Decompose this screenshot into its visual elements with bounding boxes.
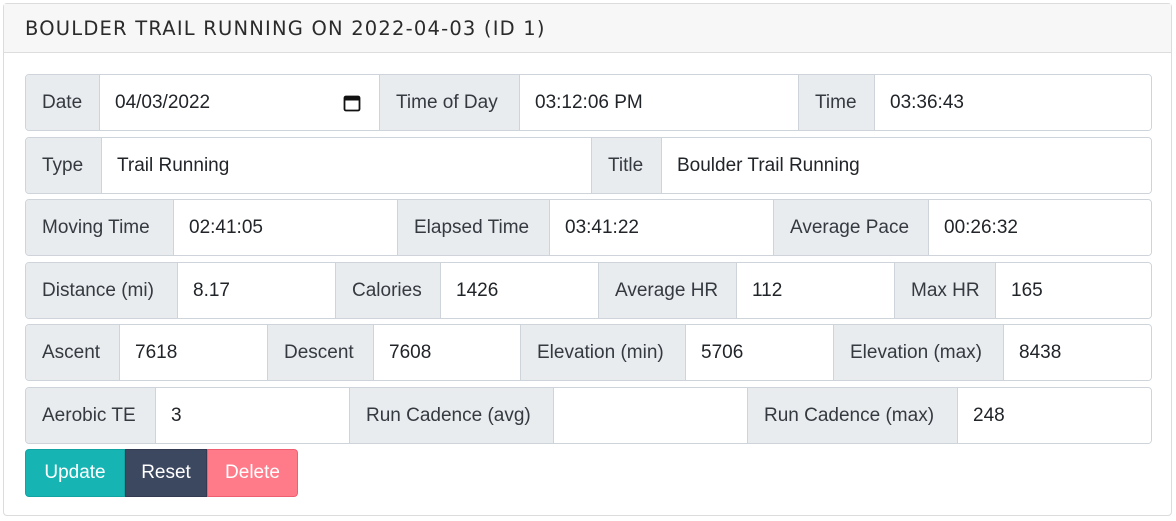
average-hr-field[interactable]: 112 bbox=[737, 263, 895, 318]
distance-field[interactable]: 8.17 bbox=[178, 263, 336, 318]
average-pace-label: Average Pace bbox=[774, 200, 929, 255]
action-buttons: Update Reset Delete bbox=[25, 449, 298, 497]
max-hr-field[interactable]: 165 bbox=[996, 263, 1151, 318]
moving-time-label: Moving Time bbox=[26, 200, 174, 255]
descent-label: Descent bbox=[268, 325, 374, 380]
update-button[interactable]: Update bbox=[25, 449, 125, 497]
time-label: Time bbox=[799, 75, 875, 130]
row-elevation: Ascent 7618 Descent 7608 Elevation (min)… bbox=[25, 324, 1152, 381]
elevation-min-label: Elevation (min) bbox=[521, 325, 686, 380]
run-cadence-avg-field[interactable] bbox=[554, 388, 748, 443]
aerobic-te-field[interactable]: 3 bbox=[156, 388, 350, 443]
delete-button[interactable]: Delete bbox=[207, 449, 298, 497]
calories-field[interactable]: 1426 bbox=[441, 263, 599, 318]
activity-card: BOULDER TRAIL RUNNING ON 2022-04-03 (ID … bbox=[3, 3, 1172, 516]
reset-button[interactable]: Reset bbox=[125, 449, 207, 497]
elevation-max-field[interactable]: 8438 bbox=[1004, 325, 1151, 380]
time-of-day-field[interactable]: 03:12:06 PM bbox=[520, 75, 799, 130]
descent-field[interactable]: 7608 bbox=[374, 325, 521, 380]
type-field[interactable]: Trail Running bbox=[102, 138, 592, 193]
aerobic-te-label: Aerobic TE bbox=[26, 388, 156, 443]
ascent-label: Ascent bbox=[26, 325, 120, 380]
date-value: 04/03/2022 bbox=[115, 91, 211, 113]
calories-label: Calories bbox=[336, 263, 441, 318]
date-label: Date bbox=[26, 75, 100, 130]
type-label: Type bbox=[26, 138, 102, 193]
elapsed-time-label: Elapsed Time bbox=[398, 200, 550, 255]
run-cadence-max-label: Run Cadence (max) bbox=[748, 388, 958, 443]
time-field[interactable]: 03:36:43 bbox=[875, 75, 1151, 130]
run-cadence-avg-label: Run Cadence (avg) bbox=[350, 388, 554, 443]
average-hr-label: Average HR bbox=[599, 263, 737, 318]
row-type-title: Type Trail Running Title Boulder Trail R… bbox=[25, 137, 1152, 194]
ascent-field[interactable]: 7618 bbox=[120, 325, 268, 380]
date-field[interactable]: 04/03/2022 bbox=[100, 75, 380, 130]
row-distance-hr: Distance (mi) 8.17 Calories 1426 Average… bbox=[25, 262, 1152, 319]
run-cadence-max-field[interactable]: 248 bbox=[958, 388, 1151, 443]
elapsed-time-field[interactable]: 03:41:22 bbox=[550, 200, 774, 255]
calendar-icon[interactable] bbox=[343, 94, 361, 112]
title-label: Title bbox=[592, 138, 662, 193]
row-cadence: Aerobic TE 3 Run Cadence (avg) Run Caden… bbox=[25, 387, 1152, 444]
elevation-min-field[interactable]: 5706 bbox=[686, 325, 834, 380]
max-hr-label: Max HR bbox=[895, 263, 996, 318]
elevation-max-label: Elevation (max) bbox=[834, 325, 1004, 380]
title-field[interactable]: Boulder Trail Running bbox=[662, 138, 1151, 193]
moving-time-field[interactable]: 02:41:05 bbox=[174, 200, 398, 255]
time-of-day-label: Time of Day bbox=[380, 75, 520, 130]
card-title: BOULDER TRAIL RUNNING ON 2022-04-03 (ID … bbox=[4, 4, 1171, 53]
row-date-time: Date 04/03/2022 Time of Day 03:12:06 PM … bbox=[25, 74, 1152, 131]
average-pace-field[interactable]: 00:26:32 bbox=[929, 200, 1151, 255]
distance-label: Distance (mi) bbox=[26, 263, 178, 318]
row-times: Moving Time 02:41:05 Elapsed Time 03:41:… bbox=[25, 199, 1152, 256]
